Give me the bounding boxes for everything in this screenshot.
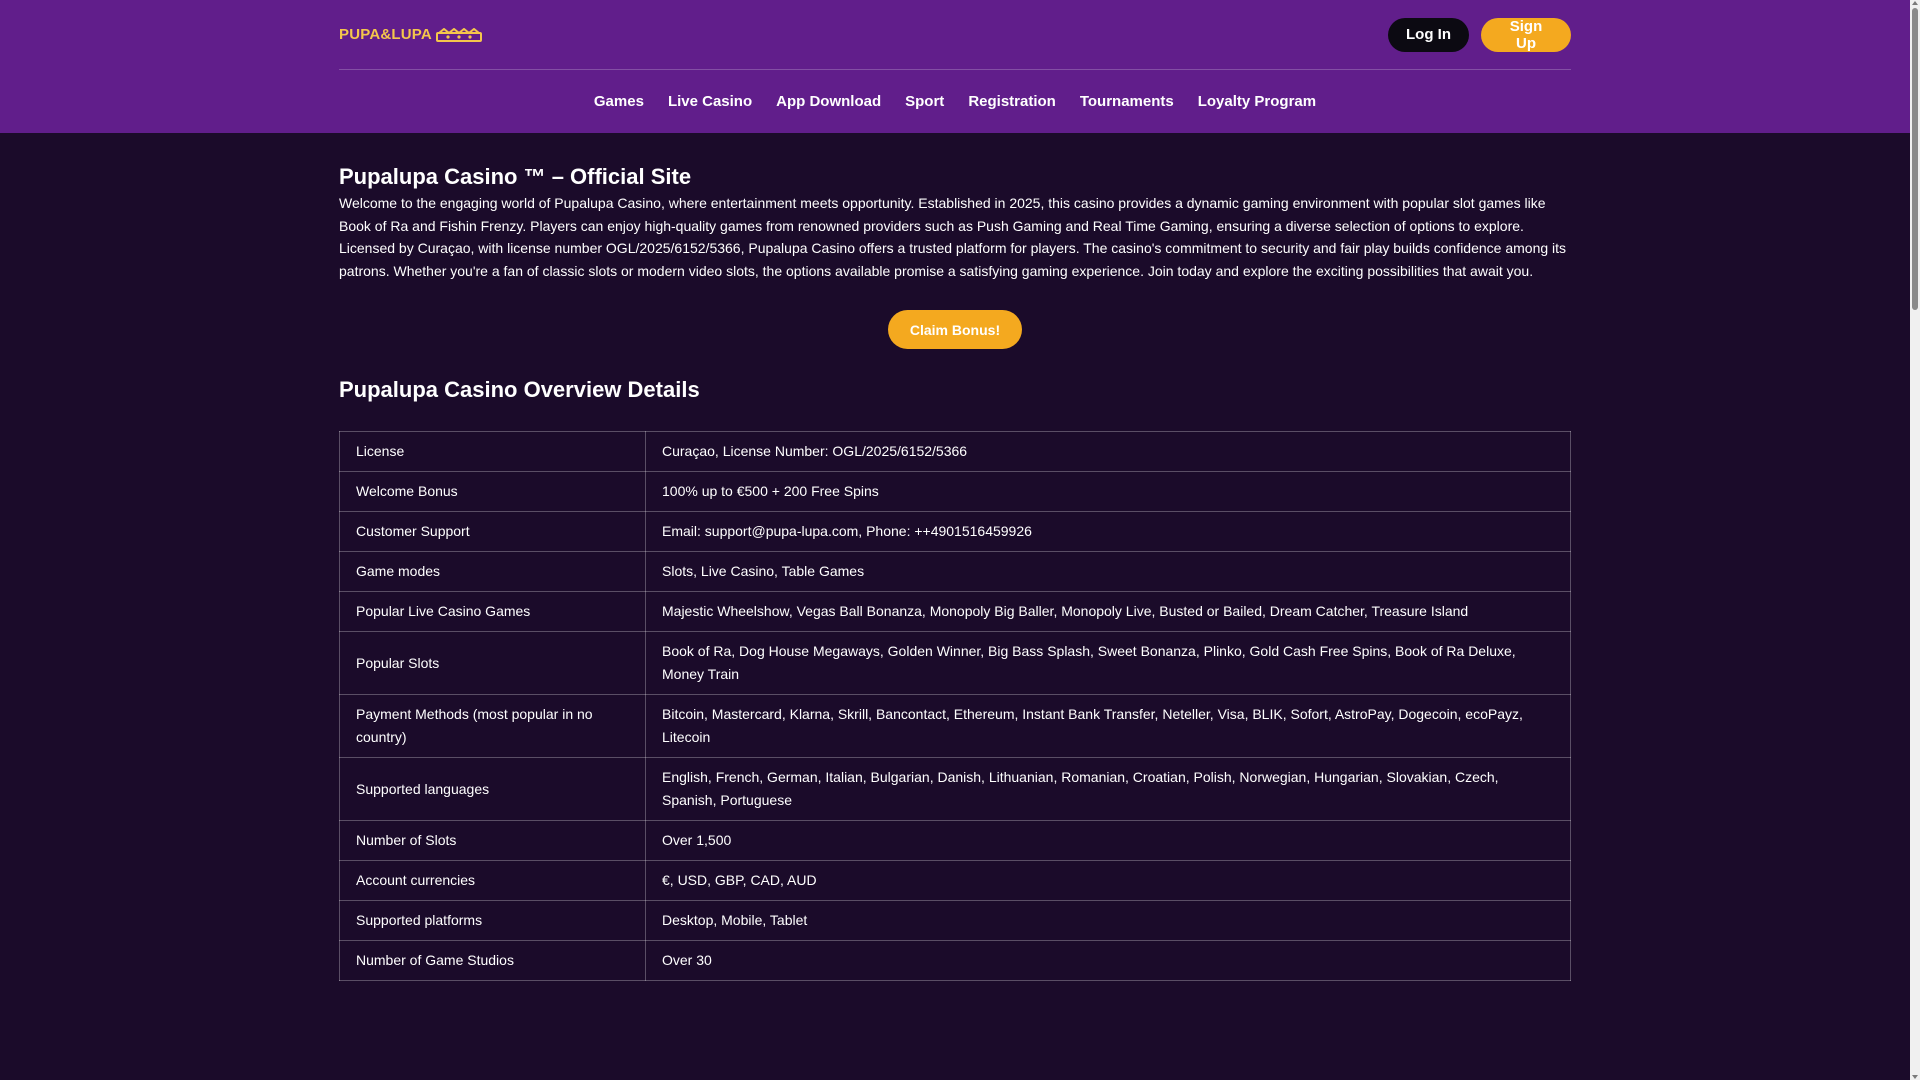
table-cell-value: Curaçao, License Number: OGL/2025/6152/5…: [645, 431, 1571, 472]
table-cell-value: Slots, Live Casino, Table Games: [645, 551, 1571, 592]
table-row: Account currencies €, USD, GBP, CAD, AUD: [339, 860, 1571, 901]
table-cell-key: Game modes: [339, 551, 646, 592]
table-cell-key: Payment Methods (most popular in no coun…: [339, 694, 646, 758]
table-cell-value: Desktop, Mobile, Tablet: [645, 900, 1571, 941]
table-row: Number of Slots Over 1,500: [339, 820, 1571, 861]
table-cell-key: Popular Slots: [339, 631, 646, 695]
table-cell-key: Number of Slots: [339, 820, 646, 861]
nav-item-games[interactable]: Games: [594, 93, 644, 110]
header-top-row: PUPA&LUPA Log In Sign Up: [339, 0, 1571, 70]
overview-title: Pupalupa Casino Overview Details: [339, 377, 700, 402]
table-cell-value: Book of Ra, Dog House Megaways, Golden W…: [645, 631, 1571, 695]
table-cell-value: 100% up to €500 + 200 Free Spins: [645, 471, 1571, 512]
table-cell-value: Majestic Wheelshow, Vegas Ball Bonanza, …: [645, 591, 1571, 632]
table-row: Payment Methods (most popular in no coun…: [339, 694, 1571, 758]
table-row: Game modes Slots, Live Casino, Table Gam…: [339, 551, 1571, 592]
table-cell-value: Email: support@pupa-lupa.com, Phone: ++4…: [645, 511, 1571, 552]
table-cell-key: Welcome Bonus: [339, 471, 646, 512]
scroll-down-icon[interactable]: [1912, 1075, 1918, 1079]
logo-text: PUPA&LUPA: [339, 26, 432, 43]
table-row: Popular Live Casino Games Majestic Wheel…: [339, 591, 1571, 632]
auth-buttons: Log In Sign Up: [1388, 17, 1571, 52]
table-row: Number of Game Studios Over 30: [339, 940, 1571, 981]
cta-wrapper: Claim Bonus!: [339, 310, 1571, 349]
log-in-button[interactable]: Log In: [1388, 17, 1469, 52]
page-scrollbar[interactable]: [1910, 0, 1920, 1080]
nav-item-sport[interactable]: Sport: [905, 93, 944, 110]
table-cell-key: License: [339, 431, 646, 472]
table-row: Popular Slots Book of Ra, Dog House Mega…: [339, 631, 1571, 695]
table-row: Supported languages English, French, Ger…: [339, 757, 1571, 821]
table-cell-key: Customer Support: [339, 511, 646, 552]
table-cell-value: €, USD, GBP, CAD, AUD: [645, 860, 1571, 901]
table-cell-key: Supported languages: [339, 757, 646, 821]
main-nav: Games Live Casino App Download Sport Reg…: [339, 70, 1571, 133]
table-cell-value: Over 1,500: [645, 820, 1571, 861]
nav-item-live-casino[interactable]: Live Casino: [668, 93, 752, 110]
overview-heading-wrapper: Pupalupa Casino Overview Details: [339, 375, 1571, 405]
intro-paragraph: Welcome to the engaging world of Pupalup…: [339, 195, 1546, 234]
table-cell-key: Number of Game Studios: [339, 940, 646, 981]
sign-up-button[interactable]: Sign Up: [1481, 17, 1571, 52]
scrollbar-thumb[interactable]: [1912, 8, 1918, 310]
table-cell-key: Supported platforms: [339, 900, 646, 941]
site-logo[interactable]: PUPA&LUPA: [339, 26, 482, 43]
page: PUPA&LUPA Log In Sign Up Games Live Casi…: [0, 0, 1920, 1080]
table-row: License Curaçao, License Number: OGL/202…: [339, 431, 1571, 472]
table-cell-value: Over 30: [645, 940, 1571, 981]
crown-icon: [435, 27, 482, 42]
table-row: Supported platforms Desktop, Mobile, Tab…: [339, 900, 1571, 941]
table-cell-value: English, French, German, Italian, Bulgar…: [645, 757, 1571, 821]
table-cell-key: Popular Live Casino Games: [339, 591, 646, 632]
page-title: Pupalupa Casino ™ – Official Site: [339, 164, 692, 189]
table-cell-value: Bitcoin, Mastercard, Klarna, Skrill, Ban…: [645, 694, 1571, 758]
claim-bonus-button[interactable]: Claim Bonus!: [888, 310, 1022, 349]
license-paragraph: Licensed by Curaçao, with license number…: [339, 240, 1567, 279]
nav-item-registration[interactable]: Registration: [968, 93, 1056, 110]
scroll-up-icon[interactable]: [1912, 1, 1918, 5]
main-content: Pupalupa Casino ™ – Official Site Welcom…: [339, 162, 1571, 981]
table-cell-key: Account currencies: [339, 860, 646, 901]
nav-item-tournaments[interactable]: Tournaments: [1080, 93, 1174, 110]
site-header: PUPA&LUPA Log In Sign Up Games Live Casi…: [0, 0, 1910, 133]
header-container: PUPA&LUPA Log In Sign Up Games Live Casi…: [339, 0, 1571, 133]
overview-table: License Curaçao, License Number: OGL/202…: [339, 431, 1571, 981]
nav-item-app-download[interactable]: App Download: [776, 93, 881, 110]
table-row: Welcome Bonus 100% up to €500 + 200 Free…: [339, 471, 1571, 512]
nav-item-loyalty-program[interactable]: Loyalty Program: [1198, 93, 1316, 110]
table-row: Customer Support Email: support@pupa-lup…: [339, 511, 1571, 552]
